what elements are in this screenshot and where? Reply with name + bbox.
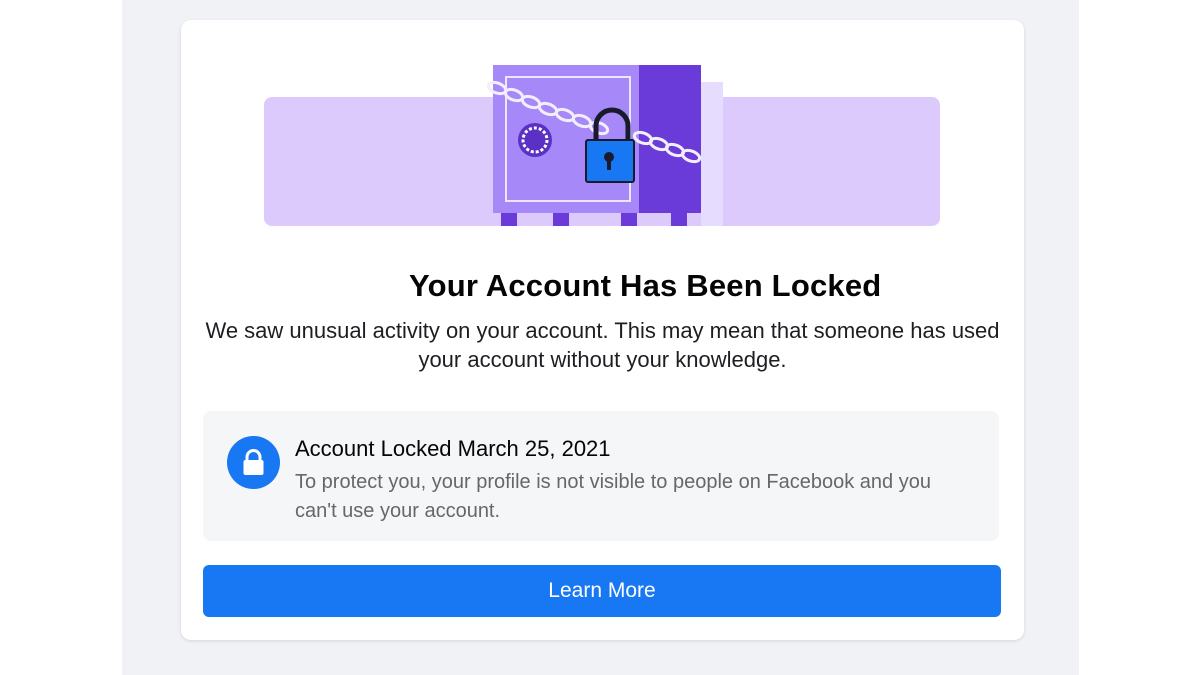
learn-more-button[interactable]: Learn More bbox=[203, 565, 1001, 617]
locked-safe-icon bbox=[264, 65, 940, 226]
account-locked-explanation: To protect you, your profile is not visi… bbox=[295, 471, 931, 522]
account-locked-dialog: Your Account Has Been Locked We saw unus… bbox=[181, 20, 1024, 640]
account-locked-date: Account Locked March 25, 2021 bbox=[295, 436, 611, 461]
account-status-box: Account Locked March 25, 2021 To protect… bbox=[203, 411, 999, 541]
lock-icon bbox=[227, 436, 280, 489]
page-title: Your Account Has Been Locked bbox=[409, 268, 882, 303]
description-text: We saw unusual activity on your account.… bbox=[205, 318, 1000, 372]
